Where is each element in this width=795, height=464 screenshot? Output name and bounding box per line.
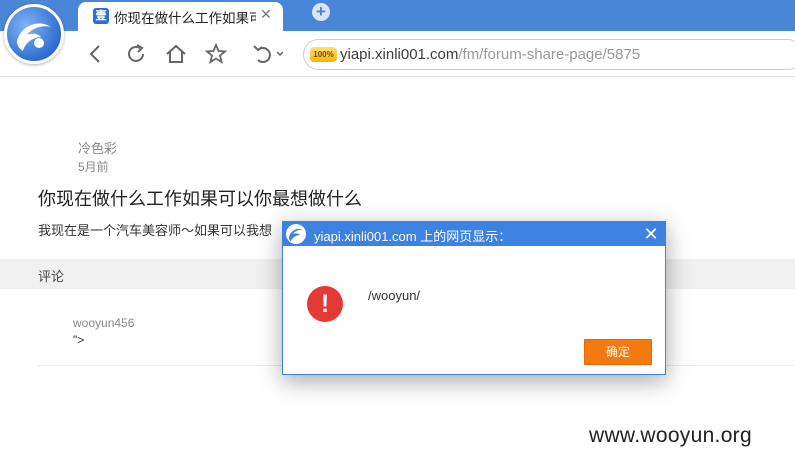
browser-logo-icon[interactable]	[4, 4, 64, 64]
watermark: www.wooyun.org	[589, 424, 752, 447]
ok-button[interactable]: 确定	[584, 339, 652, 365]
url-text: yiapi.xinli001.com/fm/forum-share-page/5…	[340, 46, 640, 63]
close-icon[interactable]: ✕	[641, 223, 661, 245]
browser-tab[interactable]: 壹 你现在做什么工作如果可以你最想做什么 ✕	[78, 2, 283, 31]
url-host: yiapi.xinli001.com	[340, 46, 459, 63]
new-tab-button[interactable]: +	[312, 3, 330, 21]
comment-text: ">	[73, 333, 85, 347]
post-body: 我现在是一个汽车美容师～如果可以我想	[38, 223, 273, 238]
browser-logo-icon	[286, 224, 306, 244]
post-title: 你现在做什么工作如果可以你最想做什么	[38, 189, 362, 209]
dialog-header: yiapi.xinli001.com 上的网页显示： ✕	[283, 222, 665, 246]
back-icon[interactable]	[84, 42, 108, 66]
refresh-icon[interactable]	[124, 42, 148, 66]
post-time: 5月前	[78, 160, 109, 174]
url-path: /fm/forum-share-page/5875	[458, 46, 641, 63]
tab-title: 你现在做什么工作如果可以你最想做什么	[114, 11, 256, 26]
error-icon: !	[307, 286, 343, 322]
browser-toolbar: 100% yiapi.xinli001.com/fm/forum-share-p…	[0, 31, 795, 77]
dialog-message: /wooyun/	[368, 288, 421, 303]
address-bar[interactable]: 100% yiapi.xinli001.com/fm/forum-share-p…	[303, 39, 795, 70]
post-author[interactable]: 冷色彩	[78, 138, 117, 157]
site-favicon-icon: 壹	[93, 8, 109, 24]
undo-icon[interactable]	[250, 42, 286, 66]
close-tab-icon[interactable]: ✕	[258, 5, 274, 23]
home-icon[interactable]	[164, 42, 188, 66]
alert-dialog: yiapi.xinli001.com 上的网页显示： ✕ ! /wooyun/ …	[282, 221, 666, 375]
tab-strip: 壹 你现在做什么工作如果可以你最想做什么 ✕ +	[0, 0, 795, 31]
star-icon[interactable]	[204, 42, 228, 66]
dialog-title: yiapi.xinli001.com 上的网页显示：	[314, 229, 512, 244]
comment-author[interactable]: wooyun456	[73, 316, 134, 330]
security-badge: 100%	[310, 47, 337, 62]
comment-label: 评论	[38, 269, 65, 284]
